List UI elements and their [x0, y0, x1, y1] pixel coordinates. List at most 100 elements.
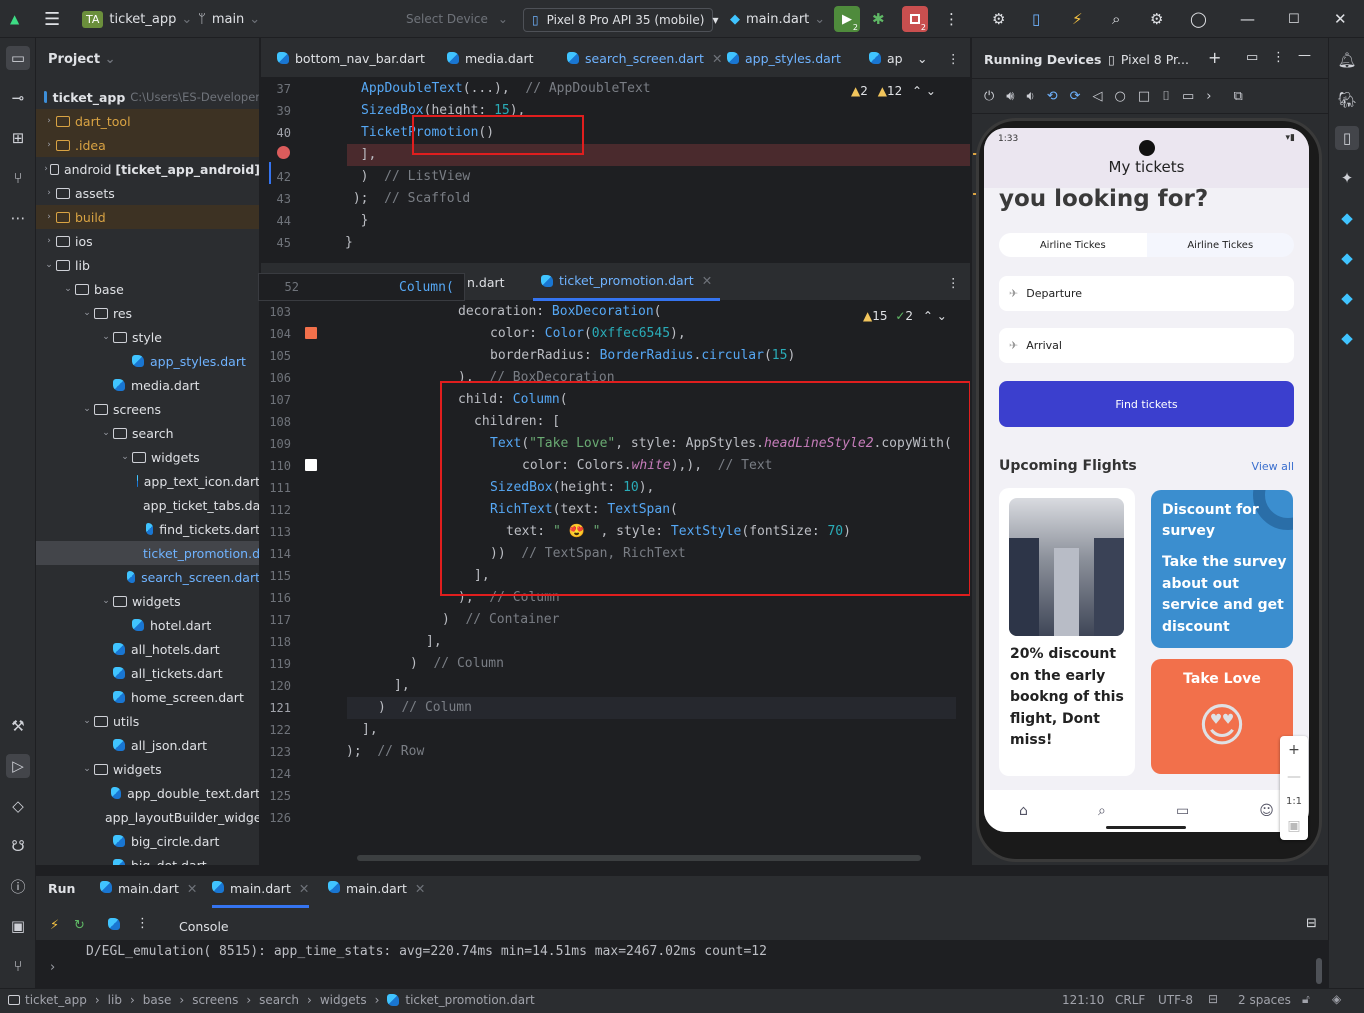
flutter-outline-icon[interactable]: ◆ [1335, 246, 1359, 270]
tree-item[interactable]: › dart_tool [36, 109, 259, 133]
chevron-down-icon[interactable]: ⌄ [99, 332, 113, 342]
running-devices-tool-icon[interactable]: ▯ [1335, 126, 1359, 150]
tree-item[interactable]: ⌄ lib [36, 253, 259, 277]
chevron-right-icon[interactable]: › [42, 116, 56, 126]
run-tab-3[interactable]: main.dart ✕ [328, 881, 425, 896]
console-expand-icon[interactable]: › [50, 960, 55, 975]
chevron-down-icon[interactable]: ⌄ [80, 764, 94, 774]
project-selector[interactable]: TA ticket_app ⌄ [82, 8, 192, 30]
terminal-icon[interactable]: ▣ [6, 914, 30, 938]
find-tickets-button[interactable]: Find tickets [999, 381, 1294, 427]
breadcrumb-item[interactable]: ticket_app [25, 993, 87, 1007]
layout-icon[interactable]: ▭ [1246, 50, 1258, 65]
tree-item[interactable]: find_tickets.dart [36, 517, 259, 541]
bug-settings-icon[interactable]: ⚙ [992, 8, 1005, 30]
breakpoint-icon[interactable] [277, 146, 290, 159]
chevron-down-icon[interactable]: ⌄ [99, 428, 113, 438]
run-more-icon[interactable]: ⋮ [136, 916, 149, 931]
device-select[interactable]: Select Device ⌄ [406, 8, 508, 30]
tab-ticket-promotion[interactable]: ticket_promotion.dart ✕ [533, 263, 721, 301]
overview-icon[interactable]: □ [1138, 89, 1150, 104]
rotate-right-icon[interactable]: ⟳ [1070, 89, 1081, 104]
run-tool-icon[interactable]: ▷ [6, 754, 30, 778]
departure-field[interactable]: ✈ Departure [999, 276, 1294, 311]
line-separator[interactable]: CRLF [1115, 993, 1145, 1007]
phone-screen[interactable]: 1:33 ▾▮ My tickets you looking for? Airl… [984, 128, 1309, 832]
tab-airline-1[interactable]: Airline Tickes [999, 233, 1147, 257]
console-output[interactable]: › D/EGL_emulation( 8515): app_time_stats… [36, 940, 1328, 988]
breadcrumb-item[interactable]: lib [108, 993, 122, 1007]
tree-item[interactable]: ⌄ screens [36, 397, 259, 421]
tree-item[interactable]: ⌄ search [36, 421, 259, 445]
sticky-scroll[interactable]: 52 Column( [258, 273, 465, 301]
build-icon[interactable]: ⚒ [6, 714, 30, 738]
home-nav-icon[interactable]: ⌂ [1019, 803, 1028, 819]
chevron-down-icon[interactable]: ⌄ [99, 596, 113, 606]
tree-item[interactable]: app_double_text.dart [36, 781, 259, 805]
search-nav-icon[interactable]: ⌕ [1098, 803, 1106, 819]
chevron-down-icon[interactable]: ⌄ [80, 404, 94, 414]
mirror-icon[interactable]: ⧉ [1233, 89, 1242, 104]
console-tab[interactable]: Console [179, 919, 229, 934]
panel-more-icon[interactable]: ⋮ [1272, 50, 1285, 65]
home-icon[interactable]: ○ [1115, 89, 1126, 104]
add-device-icon[interactable]: + [1208, 48, 1221, 67]
search-icon[interactable]: ⌕ [1112, 8, 1120, 30]
notifications-icon[interactable]: 🔔︎ [1335, 48, 1359, 72]
tree-item[interactable]: › .idea [36, 133, 259, 157]
tree-item[interactable]: ticket_promotion.dart [36, 541, 259, 565]
inspection-widget-bottom[interactable]: ▲15 ✓2 ⌃ ⌄ [863, 309, 947, 323]
tree-item[interactable]: big_circle.dart [36, 829, 259, 853]
hot-reload-small-icon[interactable]: ⚡ [50, 918, 59, 933]
tree-item[interactable]: search_screen.dart [36, 565, 259, 589]
rotate-left-icon[interactable]: ⟲ [1047, 89, 1058, 104]
chevron-right-icon[interactable]: › [42, 164, 50, 174]
tree-item[interactable]: ⌄ widgets [36, 757, 259, 781]
tree-item[interactable]: all_tickets.dart [36, 661, 259, 685]
chevron-right-icon[interactable]: › [42, 212, 56, 222]
memory-icon[interactable]: ⊟ [1208, 992, 1218, 1006]
lock-icon[interactable]: 🔓︎ [1302, 992, 1310, 1007]
tabs-more-icon[interactable]: ⋮ [947, 38, 960, 78]
profile-nav-icon[interactable]: ☺ [1259, 803, 1274, 819]
run-tab-1[interactable]: main.dart ✕ [100, 881, 197, 896]
close-icon[interactable]: ✕ [1334, 8, 1347, 30]
flutter-performance-icon[interactable]: ◆ [1335, 286, 1359, 310]
ai-icon[interactable]: ◈ [1332, 992, 1341, 1006]
chevron-down-icon[interactable]: ⌄ [61, 284, 75, 294]
tree-item[interactable]: › android [ticket_app_android] [36, 157, 259, 181]
arrival-field[interactable]: ✈ Arrival [999, 328, 1294, 363]
tree-item[interactable]: ⌄ utils [36, 709, 259, 733]
file-encoding[interactable]: UTF-8 [1158, 993, 1193, 1007]
tab-airline-2[interactable]: Airline Tickes [1147, 233, 1295, 257]
zoom-one-to-one[interactable]: 1:1 [1286, 796, 1302, 807]
tab-partial[interactable]: ap [869, 38, 903, 78]
run-button[interactable]: ▶ 2 [834, 6, 860, 32]
device-tab[interactable]: ▯ Pixel 8 Pr... [1108, 52, 1189, 67]
gemini-icon[interactable]: ✦ [1335, 166, 1359, 190]
run-config[interactable]: ◆ main.dart ⌄ [730, 8, 825, 30]
tab-media[interactable]: media.dart [447, 38, 534, 78]
hot-restart-icon[interactable]: ↻ [74, 918, 85, 933]
screenshot-icon[interactable]: ⌷ [1162, 89, 1170, 104]
tree-item[interactable]: app_styles.dart [36, 349, 259, 373]
view-all-link[interactable]: View all [1252, 460, 1294, 473]
tree-item[interactable]: home_screen.dart [36, 685, 259, 709]
tree-item[interactable]: › assets [36, 181, 259, 205]
tab-bottom-nav-bar[interactable]: bottom_nav_bar.dart [277, 38, 425, 78]
flutter-devtools-icon[interactable]: ◆ [1335, 326, 1359, 350]
chevron-down-icon[interactable]: ⌄ [80, 308, 94, 318]
main-menu-icon[interactable]: ☰ [44, 8, 60, 30]
zoom-fit-icon[interactable]: ▣ [1287, 818, 1300, 834]
code-area-bottom[interactable]: 103 104 105 106 107 108 109 110 111 112 113 114 115 1… [261, 301, 970, 865]
git-icon[interactable]: ⑂ [6, 166, 30, 190]
more-tools-icon[interactable]: ⋯ [6, 206, 30, 230]
problems-icon[interactable]: ⓘ [6, 874, 30, 898]
zoom-out-icon[interactable]: — [1287, 769, 1301, 785]
tree-item[interactable]: ⌄ style [36, 325, 259, 349]
layout-toggle-icon[interactable]: ⊟ [1306, 916, 1317, 931]
tree-root[interactable]: ticket_app C:\Users\ES-Developer [36, 85, 259, 109]
tree-item[interactable]: ⌄ res [36, 301, 259, 325]
commit-icon[interactable]: ⊸ [6, 86, 30, 110]
account-icon[interactable]: ◯ [1190, 8, 1207, 30]
